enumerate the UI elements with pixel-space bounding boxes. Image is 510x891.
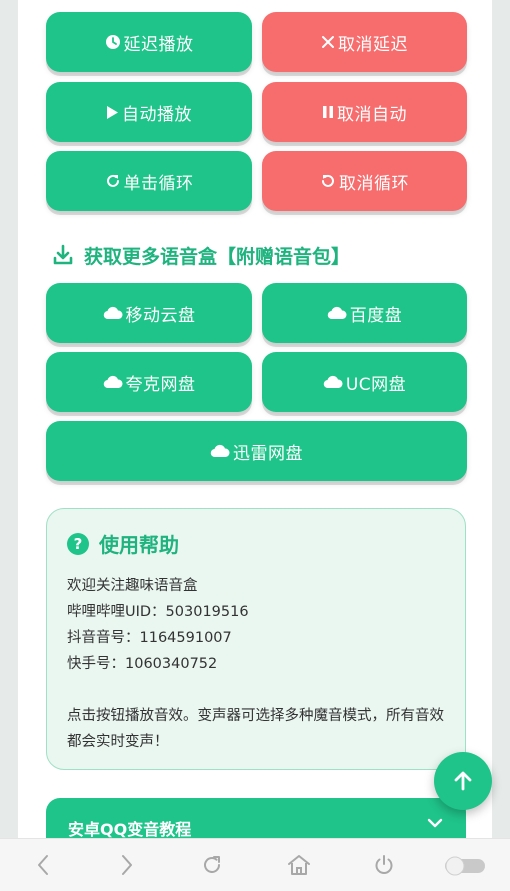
chevron-down-icon	[426, 814, 444, 836]
link-uc-pan[interactable]: UC网盘	[262, 352, 467, 412]
single-loop-label: 单击循环	[123, 173, 194, 194]
cloud-icon	[323, 375, 343, 389]
cancel-auto-label: 取消自动	[337, 104, 407, 125]
single-loop-button[interactable]: 单击循环	[46, 151, 252, 211]
undo-icon	[320, 173, 336, 189]
link-label: 夸克网盘	[125, 374, 196, 395]
help-title: ? 使用帮助	[67, 529, 179, 558]
help-line: 快手号：1060340752	[67, 656, 218, 672]
help-text: 欢迎关注趣味语音盒 哔哩哔哩UID：503019516 抖音音号：1164591…	[67, 573, 451, 755]
toggle-switch[interactable]	[444, 855, 486, 877]
help-line: 抖音音号：1164591007	[67, 630, 232, 646]
link-yidong-cloud[interactable]: 移动云盘	[46, 283, 252, 343]
help-line: 欢迎关注趣味语音盒	[67, 578, 198, 594]
pause-icon	[322, 105, 334, 119]
arrow-up-icon	[452, 770, 474, 792]
help-card: ? 使用帮助 欢迎关注趣味语音盒 哔哩哔哩UID：503019516 抖音音号：…	[46, 508, 466, 770]
scroll-top-button[interactable]	[434, 752, 492, 810]
cloud-icon	[103, 306, 123, 320]
redo-icon	[105, 173, 121, 189]
auto-play-button[interactable]: 自动播放	[46, 82, 252, 142]
auto-play-label: 自动播放	[122, 104, 192, 125]
refresh-icon[interactable]	[200, 853, 224, 877]
cancel-auto-button[interactable]: 取消自动	[262, 82, 467, 142]
link-baidu-pan[interactable]: 百度盘	[262, 283, 467, 343]
question-icon: ?	[67, 532, 89, 555]
back-icon[interactable]	[34, 853, 52, 877]
forward-icon[interactable]	[118, 853, 136, 877]
cancel-delay-button[interactable]: 取消延迟	[262, 12, 467, 72]
link-label: 百度盘	[349, 305, 403, 326]
accordion-label: 安卓QQ变音教程	[68, 820, 192, 839]
x-icon	[321, 35, 335, 49]
more-section-title: 获取更多语音盒【附赠语音包】	[52, 238, 350, 272]
help-line: 点击按钮播放音效。变声器可选择多种魔音模式，所有音效都会实时变声！	[67, 708, 444, 750]
download-icon	[52, 244, 74, 266]
link-label: 迅雷网盘	[233, 443, 303, 464]
link-label: UC网盘	[345, 374, 407, 395]
help-line: 哔哩哔哩UID：503019516	[67, 604, 249, 620]
link-label: 移动云盘	[125, 305, 196, 326]
cloud-icon	[210, 444, 230, 458]
cancel-delay-label: 取消延迟	[338, 34, 408, 55]
cancel-loop-label: 取消循环	[339, 173, 409, 194]
link-quark-pan[interactable]: 夸克网盘	[46, 352, 252, 412]
delay-play-label: 延迟播放	[123, 34, 194, 55]
more-section-title-text: 获取更多语音盒【附赠语音包】	[84, 245, 351, 268]
cloud-icon	[103, 375, 123, 389]
link-xunlei-pan[interactable]: 迅雷网盘	[46, 421, 467, 481]
help-title-text: 使用帮助	[99, 533, 179, 557]
cloud-icon	[327, 306, 347, 320]
cancel-loop-button[interactable]: 取消循环	[262, 151, 467, 211]
help-line	[67, 677, 451, 703]
home-icon[interactable]	[286, 853, 312, 877]
play-icon	[106, 105, 119, 120]
browser-toolbar	[0, 838, 510, 891]
power-icon[interactable]	[372, 853, 396, 877]
delay-play-button[interactable]: 延迟播放	[46, 12, 252, 72]
clock-icon	[105, 34, 121, 50]
